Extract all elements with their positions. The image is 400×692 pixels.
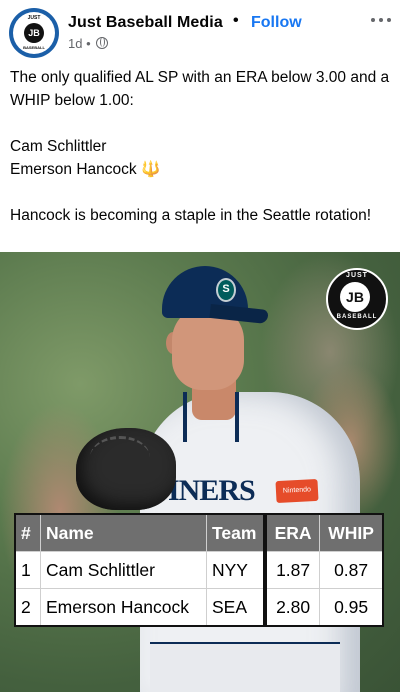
row-rank: 1 [15, 551, 41, 589]
header-whip: WHIP [319, 514, 383, 552]
jersey-lettering: INERS [168, 474, 256, 507]
post-line: Emerson Hancock 🔱 [10, 158, 390, 181]
watermark-center-text: JB [340, 282, 370, 312]
meta-separator: • [86, 36, 91, 51]
row-whip: 0.95 [319, 588, 383, 626]
post-meta: 1d • [68, 36, 109, 51]
avatar-arc-top: JUST [27, 15, 41, 21]
table-row: 1 Cam Schlittler NYY 1.87 0.87 [15, 551, 383, 589]
post-line: Cam Schlittler [10, 138, 107, 155]
post-line: Hancock is becoming a staple in the Seat… [10, 207, 372, 224]
watermark-bottom-text: BASEBALL [336, 314, 378, 320]
baseball-glove [76, 428, 176, 510]
avatar-logo: JB [24, 23, 44, 43]
row-era: 1.87 [265, 551, 321, 589]
globe-icon [96, 37, 109, 49]
mariners-logo-icon: S [216, 278, 236, 302]
sponsor-patch: Nintendo [275, 478, 319, 504]
post-header: JB JUST BASEBALL Just Baseball Media • F… [0, 0, 400, 62]
player-pants [150, 644, 340, 692]
header-name: Name [40, 514, 207, 552]
row-rank: 2 [15, 588, 41, 626]
row-whip: 0.87 [319, 551, 383, 589]
watermark-logo: JUST JB BASEBALL [326, 268, 388, 330]
row-name: Cam Schlittler [40, 551, 207, 589]
avatar-arc-bottom: BASEBALL [23, 45, 45, 50]
page-name[interactable]: Just Baseball Media [68, 14, 223, 32]
row-team: NYY [206, 551, 267, 589]
post-line-text: Emerson Hancock [10, 161, 137, 178]
jersey-collar [183, 392, 239, 442]
header-team: Team [206, 514, 267, 552]
row-name: Emerson Hancock [40, 588, 207, 626]
post-text: The only qualified AL SP with an ERA bel… [10, 66, 390, 227]
name-separator: • [233, 12, 239, 29]
avatar-inner: JB JUST BASEBALL [13, 12, 55, 54]
page-avatar[interactable]: JB JUST BASEBALL [9, 8, 59, 58]
more-dots-icon[interactable] [369, 12, 393, 28]
row-era: 2.80 [265, 588, 321, 626]
table-header-row: # Name Team ERA WHIP [15, 514, 383, 552]
table-row: 2 Emerson Hancock SEA 2.80 0.95 [15, 588, 383, 626]
header-rank: # [15, 514, 41, 552]
post-image[interactable]: S INERS Nintendo JUST JB BASEBALL # Name… [0, 252, 400, 692]
post-time[interactable]: 1d [68, 36, 82, 51]
post-line: The only qualified AL SP with an ERA bel… [10, 69, 390, 109]
stats-table: # Name Team ERA WHIP 1 Cam Schlittler NY… [14, 513, 384, 627]
row-team: SEA [206, 588, 267, 626]
follow-button[interactable]: Follow [251, 14, 302, 32]
header-era: ERA [265, 514, 321, 552]
watermark-top-text: JUST [346, 272, 368, 279]
trident-emoji: 🔱 [140, 161, 161, 178]
